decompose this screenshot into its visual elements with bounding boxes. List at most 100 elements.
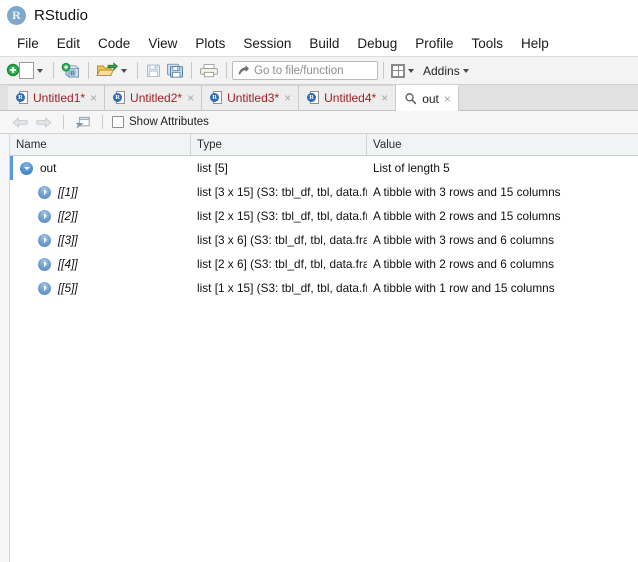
menu-item-profile[interactable]: Profile: [406, 34, 462, 53]
menu-item-view[interactable]: View: [139, 34, 186, 53]
show-in-new-window-icon: [75, 116, 90, 129]
new-project-button[interactable]: R: [59, 60, 83, 82]
table-row[interactable]: out list [5] List of length 5: [10, 156, 638, 180]
menu-item-edit[interactable]: Edit: [48, 34, 89, 53]
tab-untitled2[interactable]: R Untitled2* ×: [105, 85, 203, 110]
save-all-button[interactable]: [164, 60, 186, 82]
open-file-button[interactable]: [94, 60, 132, 82]
addins-chevron-down-icon[interactable]: [462, 68, 469, 73]
expander-chevron-down-icon[interactable]: [20, 161, 33, 175]
panes-chevron-down-icon[interactable]: [408, 68, 414, 73]
table-row[interactable]: [[1]] list [3 x 15] (S3: tbl_df, tbl, da…: [10, 180, 638, 204]
workspace-panes-button[interactable]: [389, 60, 419, 82]
show-attributes-toggle[interactable]: Show Attributes: [112, 116, 209, 128]
save-all-icon: [167, 63, 183, 78]
r-script-icon: R: [307, 91, 320, 105]
show-attributes-checkbox[interactable]: [112, 116, 124, 128]
menu-item-tools[interactable]: Tools: [462, 34, 512, 53]
menu-item-file[interactable]: File: [8, 34, 48, 53]
expander-chevron-right-icon[interactable]: [38, 233, 51, 247]
expander-chevron-right-icon[interactable]: [38, 281, 51, 295]
toolbar-divider: [88, 62, 89, 79]
toolbar-divider: [137, 62, 138, 79]
cell-name[interactable]: [[4]]: [10, 257, 191, 271]
r-script-icon: R: [16, 91, 28, 105]
cell-value: A tibble with 2 rows and 15 columns: [373, 209, 561, 223]
cell-name[interactable]: [[1]]: [10, 185, 191, 199]
object-name: [[3]]: [58, 233, 78, 247]
column-header-type[interactable]: Type: [191, 134, 367, 155]
new-file-button[interactable]: [4, 60, 48, 82]
app-title: RStudio: [34, 6, 89, 24]
tab-close-icon[interactable]: ×: [90, 92, 97, 104]
tab-out[interactable]: out ×: [396, 85, 459, 111]
tab-close-icon[interactable]: ×: [187, 92, 194, 104]
toolbar-divider: [383, 62, 384, 79]
tab-close-icon[interactable]: ×: [444, 93, 451, 105]
row-selection-indicator: [10, 156, 13, 180]
object-name: [[5]]: [58, 281, 78, 295]
toolbar-divider: [102, 115, 103, 129]
forward-button[interactable]: [33, 111, 54, 133]
cell-name[interactable]: [[3]]: [10, 233, 191, 247]
cell-value: List of length 5: [373, 161, 450, 175]
menu-item-debug[interactable]: Debug: [348, 34, 406, 53]
show-attributes-label: Show Attributes: [129, 116, 209, 128]
toolbar-divider: [63, 115, 64, 129]
table-header-row: Name Type Value: [10, 134, 638, 156]
toolbar-divider: [226, 62, 227, 79]
open-file-chevron-down-icon[interactable]: [121, 68, 127, 73]
menu-item-plots[interactable]: Plots: [186, 34, 234, 53]
search-icon: [405, 93, 417, 105]
addins-button[interactable]: Addins: [419, 60, 474, 82]
tab-untitled1[interactable]: R Untitled1* ×: [8, 85, 106, 110]
main-toolbar: R Go to file/function Addins: [0, 56, 638, 85]
expander-chevron-right-icon[interactable]: [38, 209, 51, 223]
column-header-value[interactable]: Value: [367, 134, 638, 155]
menu-item-help[interactable]: Help: [512, 34, 558, 53]
tab-label: out: [422, 91, 439, 106]
object-name: [[1]]: [58, 185, 78, 199]
print-button[interactable]: [197, 60, 221, 82]
expander-chevron-right-icon[interactable]: [38, 185, 51, 199]
r-script-icon: R: [210, 91, 223, 105]
tab-close-icon[interactable]: ×: [284, 92, 291, 104]
cell-name[interactable]: out: [10, 161, 191, 175]
table-row[interactable]: [[4]] list [2 x 6] (S3: tbl_df, tbl, dat…: [10, 252, 638, 276]
tab-label: Untitled3*: [227, 91, 280, 105]
object-viewer-toolbar: Show Attributes: [0, 111, 638, 134]
cell-value: A tibble with 3 rows and 6 columns: [373, 233, 554, 247]
tab-untitled3[interactable]: R Untitled3* ×: [202, 85, 300, 110]
object-name: [[2]]: [58, 209, 78, 223]
cell-type: list [5]: [197, 161, 228, 175]
cell-type: list [1 x 15] (S3: tbl_df, tbl, data.fr: [197, 281, 367, 295]
menu-item-code[interactable]: Code: [89, 34, 139, 53]
save-icon: [147, 64, 160, 77]
expander-chevron-right-icon[interactable]: [38, 257, 51, 271]
table-row[interactable]: [[5]] list [1 x 15] (S3: tbl_df, tbl, da…: [10, 276, 638, 300]
tab-untitled4[interactable]: R Untitled4* ×: [299, 85, 397, 110]
object-table: Name Type Value out list [5] List of len…: [10, 134, 638, 562]
show-in-new-window-button[interactable]: [73, 111, 93, 133]
tab-label: Untitled4*: [324, 91, 377, 105]
object-table-wrapper: Name Type Value out list [5] List of len…: [0, 134, 638, 562]
menu-item-session[interactable]: Session: [234, 34, 300, 53]
cell-name[interactable]: [[5]]: [10, 281, 191, 295]
table-row[interactable]: [[2]] list [2 x 15] (S3: tbl_df, tbl, da…: [10, 204, 638, 228]
column-header-name[interactable]: Name: [10, 134, 191, 155]
cell-name[interactable]: [[2]]: [10, 209, 191, 223]
workspace-panes-icon: [391, 63, 405, 78]
save-button[interactable]: [143, 60, 164, 82]
new-file-chevron-down-icon[interactable]: [37, 68, 43, 73]
goto-arrow-icon: [238, 65, 249, 75]
menu-item-build[interactable]: Build: [300, 34, 348, 53]
table-row[interactable]: [[3]] list [3 x 6] (S3: tbl_df, tbl, dat…: [10, 228, 638, 252]
cell-value: A tibble with 2 rows and 6 columns: [373, 257, 554, 271]
goto-file-function-box[interactable]: [232, 61, 378, 80]
goto-file-function-input[interactable]: [254, 64, 366, 77]
forward-arrow-icon: [36, 116, 52, 128]
tab-close-icon[interactable]: ×: [381, 92, 388, 104]
addins-label: Addins: [423, 63, 460, 78]
cell-type: list [3 x 15] (S3: tbl_df, tbl, data.fr: [197, 185, 367, 199]
back-button[interactable]: [10, 111, 31, 133]
